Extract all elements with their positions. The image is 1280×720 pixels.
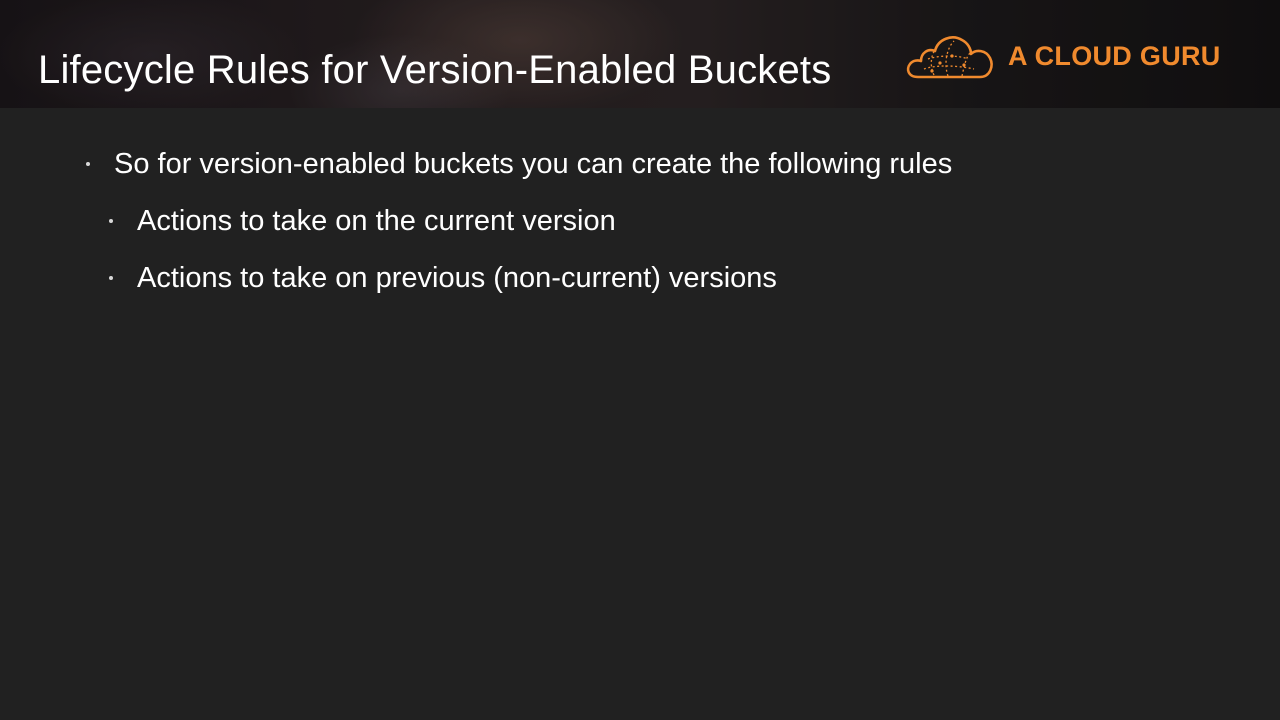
brand: A CLOUD GURU <box>904 28 1221 84</box>
bullet-text: So for version-enabled buckets you can c… <box>114 148 953 180</box>
slide-title: Lifecycle Rules for Version-Enabled Buck… <box>38 48 832 92</box>
bullet-text: Actions to take on the current version <box>137 205 616 237</box>
brand-name: A CLOUD GURU <box>1008 40 1221 71</box>
bullet-text: Actions to take on previous (non-current… <box>137 262 777 294</box>
sub-bullet-item: Actions to take on the current version <box>109 203 616 239</box>
bullet-dot-icon <box>109 276 113 280</box>
bullet-item: So for version-enabled buckets you can c… <box>86 146 952 182</box>
bullet-dot-icon <box>86 162 90 166</box>
slide: Lifecycle Rules for Version-Enabled Buck… <box>0 0 1280 720</box>
sub-bullet-item: Actions to take on previous (non-current… <box>109 260 777 296</box>
cloud-logo-icon <box>906 36 993 79</box>
bullet-dot-icon <box>109 219 113 223</box>
